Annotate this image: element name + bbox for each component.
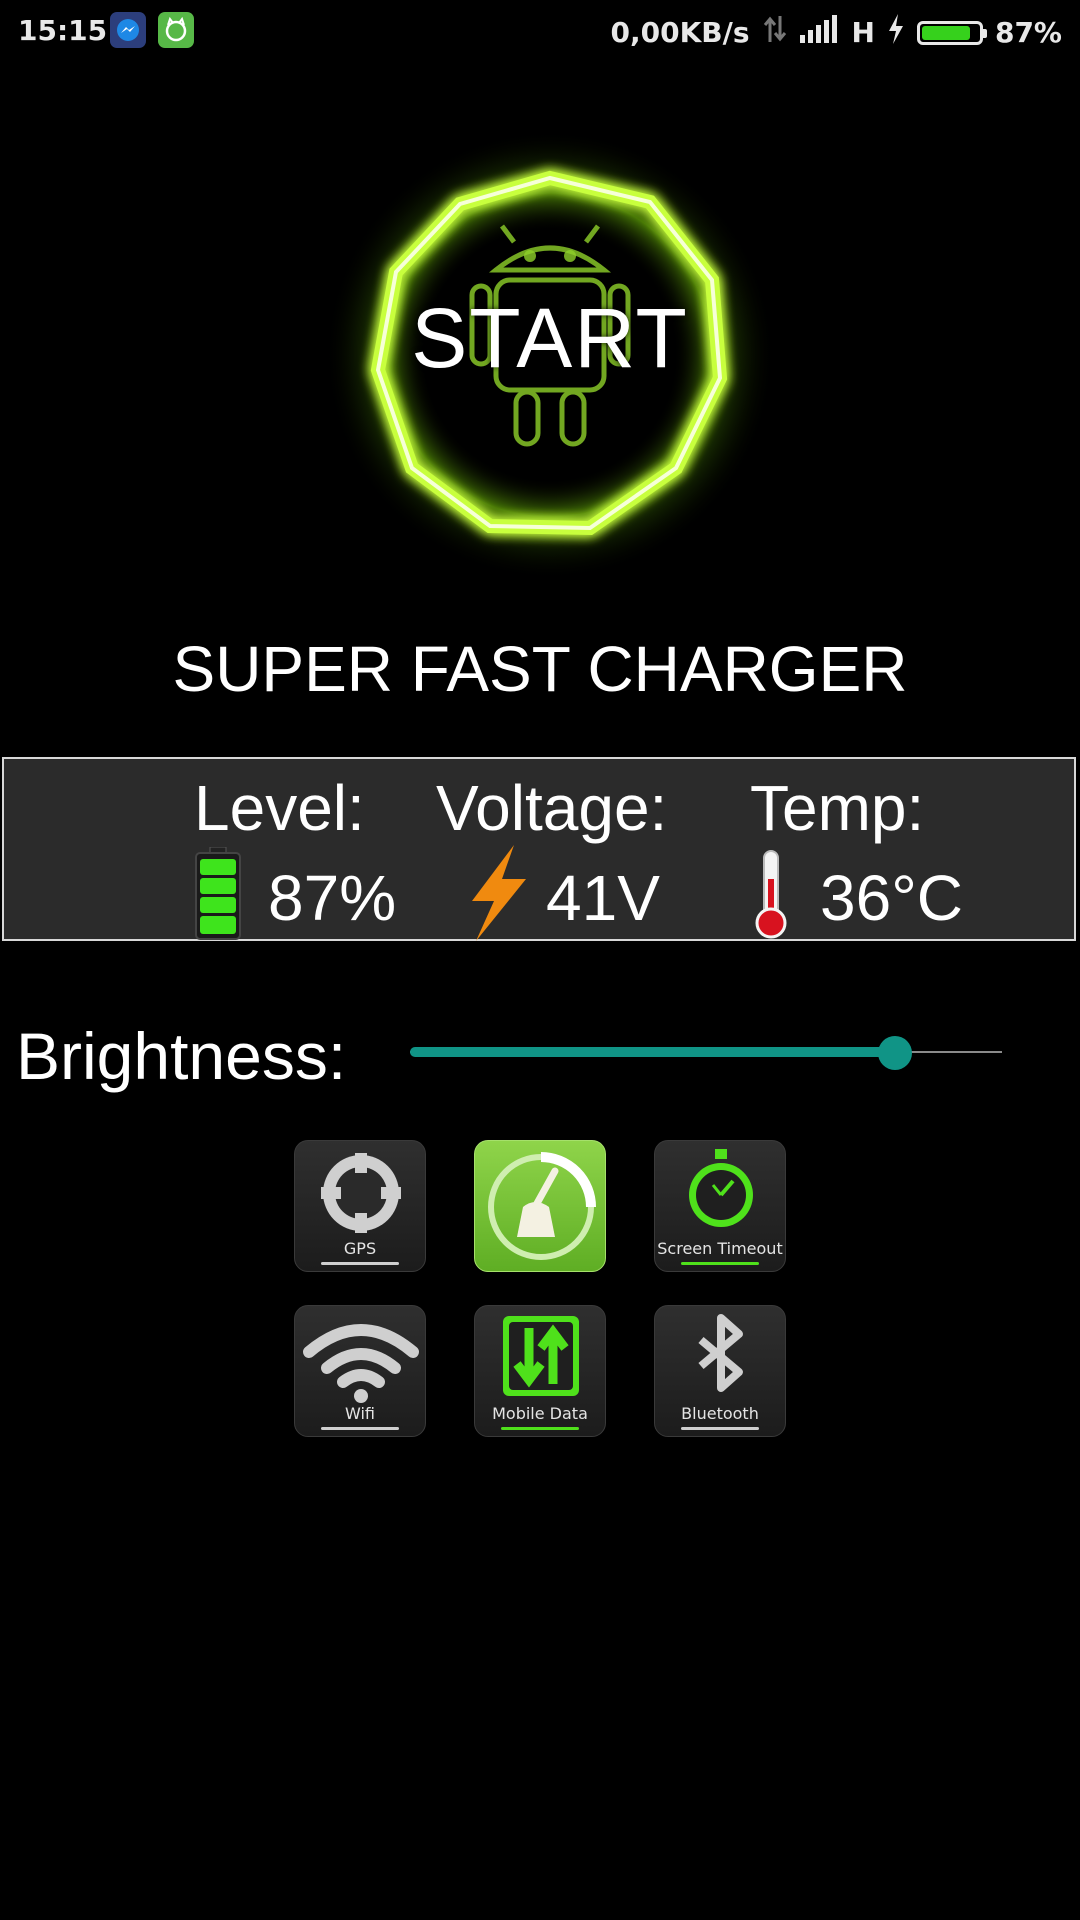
battery-level-icon [194,846,242,946]
wifi-status-bar [321,1427,399,1430]
network-speed: 0,00KB/s [610,16,750,49]
temp-label: Temp: [750,772,925,844]
gps-toggle[interactable]: GPS [294,1140,426,1272]
temp-value: 36°C [820,862,963,934]
status-time: 15:15 [18,14,108,47]
wifi-toggle[interactable]: Wifi [294,1305,426,1437]
screen-timeout-caption: Screen Timeout [657,1239,783,1258]
battery-icon [916,20,987,45]
mobile-data-status-bar [501,1427,579,1430]
slider-thumb[interactable] [878,1036,913,1070]
network-type: H [851,16,875,49]
charging-bolt-icon [887,14,905,51]
level-value: 87% [268,862,397,934]
mobile-data-caption: Mobile Data [492,1404,588,1423]
gps-caption: GPS [343,1239,377,1258]
thermometer-icon [752,849,790,946]
battery-percent: 87% [994,16,1062,49]
cleaner-toggle[interactable] [474,1140,606,1272]
mobile-data-toggle[interactable]: Mobile Data [474,1305,606,1437]
app-screen: 15:15 0,00KB/s H 87% START SUPER FAST CH… [0,0,1080,1920]
app-title: SUPER FAST CHARGER [172,633,908,705]
signal-icon [799,15,840,50]
start-button[interactable]: START [320,130,780,590]
app-notification-icon [158,12,194,48]
voltage-label: Voltage: [436,772,668,844]
bluetooth-caption: Bluetooth [681,1404,759,1423]
bluetooth-toggle[interactable]: Bluetooth [654,1305,786,1437]
status-right-group: 0,00KB/s H 87% [611,14,1062,51]
level-label: Level: [194,772,365,844]
messenger-notification-icon [110,12,146,48]
screen-timeout-toggle[interactable]: Screen Timeout [654,1140,786,1272]
brightness-label: Brightness: [16,1019,347,1093]
slider-fill [410,1047,896,1057]
battery-stats-panel: Level: Voltage: Temp: 87% 41V 36°C [2,757,1076,941]
status-bar: 15:15 0,00KB/s H 87% [0,0,1080,60]
brightness-slider[interactable] [410,1036,1002,1070]
wifi-caption: Wifi [345,1404,375,1423]
gps-status-bar [321,1262,399,1265]
screen-timeout-status-bar [681,1262,759,1265]
data-transfer-icon [762,14,788,51]
bluetooth-status-bar [681,1427,759,1430]
battery-fill [921,25,971,40]
voltage-value: 41V [546,862,660,934]
voltage-bolt-icon [464,845,532,946]
start-label: START [411,291,689,385]
broom-icon [488,1152,596,1260]
